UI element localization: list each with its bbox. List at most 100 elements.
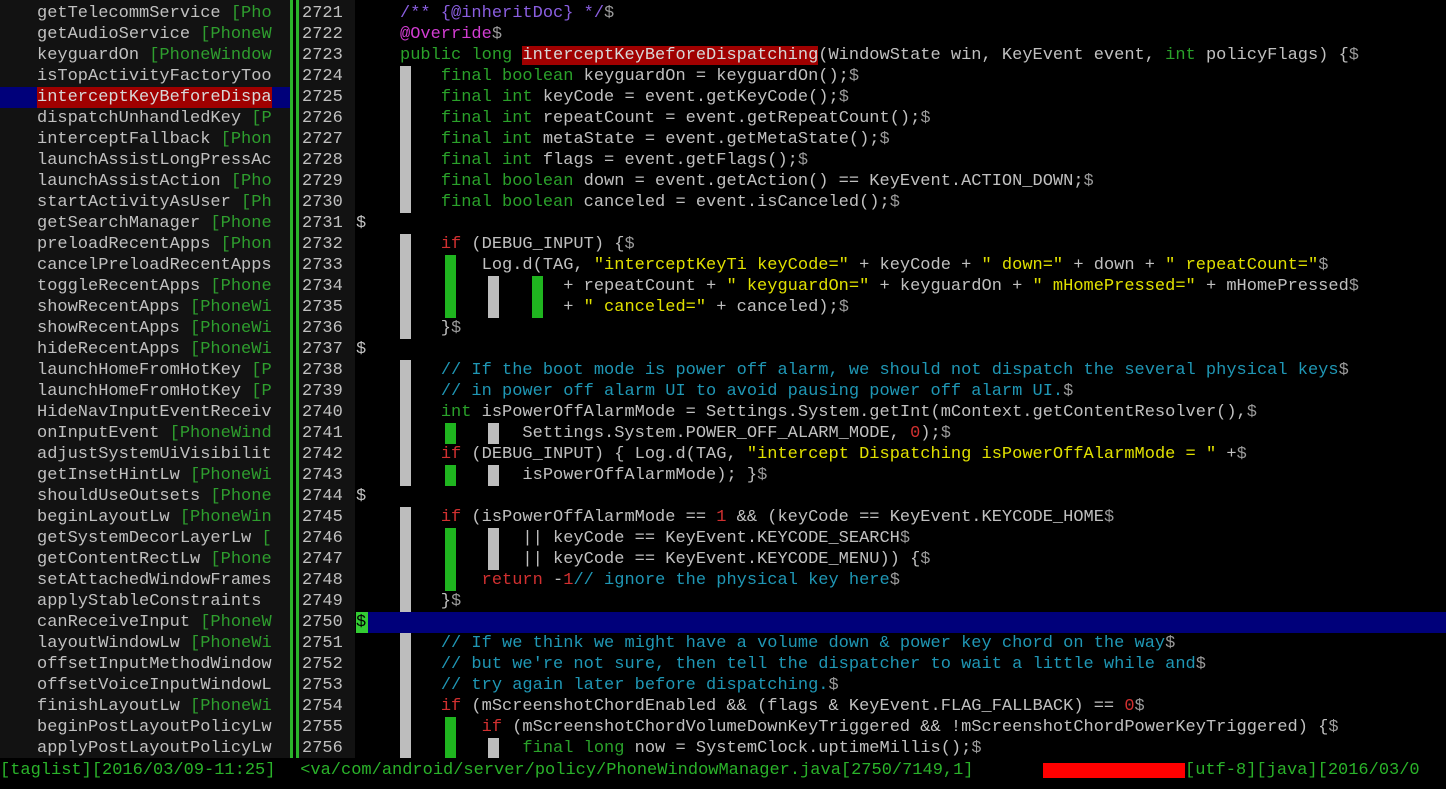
taglist-item[interactable]: adjustSystemUiVisibilit [0, 444, 290, 465]
taglist-item[interactable]: getSearchManager [Phone [0, 213, 290, 234]
tag-name: launchAssistLongPressAc [37, 151, 272, 170]
line-number: 2740 [302, 403, 343, 422]
taglist-item[interactable]: applyStableConstraints [0, 591, 290, 612]
tag-name: launchAssistAction [Pho [37, 172, 272, 191]
tag-class: [PhoneWi [179, 298, 272, 317]
taglist-item[interactable]: interceptKeyBeforeDispa [0, 87, 290, 108]
tag-name: getAudioService [PhoneW [37, 25, 272, 44]
taglist-item[interactable]: showRecentApps [PhoneWi [0, 297, 290, 318]
taglist-item[interactable]: toggleRecentApps [Phone [0, 276, 290, 297]
line-number: 2753 [302, 676, 343, 695]
code-line: final boolean keyguardOn = keyguardOn();… [440, 67, 860, 86]
line-number: 2750 [302, 613, 343, 632]
code-line: final int repeatCount = event.getRepeatC… [440, 109, 931, 128]
tag-name: layoutWindowLw [PhoneWi [37, 634, 272, 653]
tag-class: [Phone [200, 487, 272, 506]
taglist-item[interactable]: onInputEvent [PhoneWind [0, 423, 290, 444]
taglist-item[interactable]: getAudioService [PhoneW [0, 24, 290, 45]
line-number: 2741 [302, 424, 343, 443]
taglist-item[interactable]: dispatchUnhandledKey [P [0, 108, 290, 129]
split-separator[interactable] [290, 0, 299, 758]
status-encoding-info: [utf-8][java][2016/03/0 [1185, 761, 1420, 780]
tag-class: [PhoneWi [179, 340, 272, 359]
taglist-item[interactable]: canReceiveInput [PhoneW [0, 612, 290, 633]
code-line: @Override$ [400, 25, 503, 44]
tag-class: [PhoneWin [169, 508, 272, 527]
tag-class: [PhoneWi [179, 319, 272, 338]
line-number: 2726 [302, 109, 343, 128]
code-line: || keyCode == KeyEvent.KEYCODE_SEARCH$ [400, 529, 911, 548]
tag-name: shouldUseOutsets [Phone [37, 487, 272, 506]
line-number: 2743 [302, 466, 343, 485]
taglist-item[interactable]: hideRecentApps [PhoneWi [0, 339, 290, 360]
taglist-item[interactable]: offsetVoiceInputWindowL [0, 675, 290, 696]
line-number: 2738 [302, 361, 343, 380]
taglist-item[interactable]: finishLayoutLw [PhoneWi [0, 696, 290, 717]
tag-name: applyStableConstraints [37, 591, 272, 612]
tag-name: showRecentApps [PhoneWi [37, 298, 272, 317]
taglist-item[interactable]: launchAssistLongPressAc [0, 150, 290, 171]
line-number: 2722 [302, 25, 343, 44]
tag-name: startActivityAsUser [Ph [37, 193, 272, 212]
line-number: 2727 [302, 130, 343, 149]
redaction-box [1043, 763, 1185, 778]
line-number: 2756 [302, 739, 343, 758]
taglist-item[interactable]: offsetInputMethodWindow [0, 654, 290, 675]
taglist-item[interactable]: beginLayoutLw [PhoneWin [0, 507, 290, 528]
taglist-item[interactable]: shouldUseOutsets [Phone [0, 486, 290, 507]
taglist-item[interactable]: getTelecommService [Pho [0, 3, 290, 24]
taglist-item[interactable]: launchAssistAction [Pho [0, 171, 290, 192]
line-number: 2739 [302, 382, 343, 401]
line-number: 2735 [302, 298, 343, 317]
tag-class: [Phone [200, 277, 272, 296]
taglist-item[interactable]: keyguardOn [PhoneWindow [0, 45, 290, 66]
tag-name: getInsetHintLw [PhoneWi [37, 466, 272, 485]
line-number: 2721 [302, 4, 343, 23]
taglist-item[interactable]: applyPostLayoutPolicyLw [0, 738, 290, 759]
tag-name: showRecentApps [PhoneWi [37, 319, 272, 338]
taglist-item[interactable]: interceptFallback [Phon [0, 129, 290, 150]
code-line: // If the boot mode is power off alarm, … [440, 361, 1349, 380]
line-number: 2733 [302, 256, 343, 275]
tag-name: cancelPreloadRecentApps [37, 256, 272, 275]
taglist-item[interactable]: HideNavInputEventReceiv [0, 402, 290, 423]
code-line: final int keyCode = event.getKeyCode();$ [440, 88, 849, 107]
taglist-item[interactable]: beginPostLayoutPolicyLw [0, 717, 290, 738]
code-line: + " canceled=" + canceled);$ [400, 298, 849, 317]
code-line: // If we think we might have a volume do… [440, 634, 1176, 653]
tag-class: [Pho [220, 4, 272, 23]
tag-name: getSystemDecorLayerLw [ [37, 529, 272, 548]
tag-class: [PhoneWi [179, 466, 272, 485]
taglist-item[interactable]: cancelPreloadRecentApps [0, 255, 290, 276]
code-line: // but we're not sure, then tell the dis… [440, 655, 1206, 674]
status-file-path: <va/com/android/server/policy/PhoneWindo… [290, 761, 974, 780]
line-number: 2749 [302, 592, 343, 611]
taglist-item[interactable]: showRecentApps [PhoneWi [0, 318, 290, 339]
taglist-item[interactable]: startActivityAsUser [Ph [0, 192, 290, 213]
code-line: if (isPowerOffAlarmMode == 1 && (keyCode… [440, 508, 1115, 527]
code-line: if (mScreenshotChordVolumeDownKeyTrigger… [481, 718, 1339, 737]
taglist-item[interactable]: isTopActivityFactoryToo [0, 66, 290, 87]
code-line: isPowerOffAlarmMode); }$ [400, 466, 768, 485]
line-number: 2728 [302, 151, 343, 170]
taglist-item[interactable]: launchHomeFromHotKey [P [0, 381, 290, 402]
tag-class [261, 592, 271, 611]
taglist-item[interactable]: launchHomeFromHotKey [P [0, 360, 290, 381]
tag-name: launchHomeFromHotKey [P [37, 361, 272, 380]
tag-name: isTopActivityFactoryToo [37, 67, 272, 86]
tag-name: interceptKeyBeforeDispa [37, 87, 272, 108]
taglist-item[interactable]: preloadRecentApps [Phon [0, 234, 290, 255]
taglist-item[interactable]: layoutWindowLw [PhoneWi [0, 633, 290, 654]
tag-name: getSearchManager [Phone [37, 214, 272, 233]
line-number: 2746 [302, 529, 343, 548]
taglist-item[interactable]: getContentRectLw [Phone [0, 549, 290, 570]
code-line: if (DEBUG_INPUT) { Log.d(TAG, "intercept… [440, 445, 1247, 464]
code-line: final int metaState = event.getMetaState… [440, 130, 890, 149]
tag-class: [Pho [220, 172, 272, 191]
taglist-item[interactable]: getInsetHintLw [PhoneWi [0, 465, 290, 486]
eol-marker: $ [356, 214, 367, 233]
taglist-item[interactable]: getSystemDecorLayerLw [ [0, 528, 290, 549]
taglist-item[interactable]: setAttachedWindowFrames [0, 570, 290, 591]
